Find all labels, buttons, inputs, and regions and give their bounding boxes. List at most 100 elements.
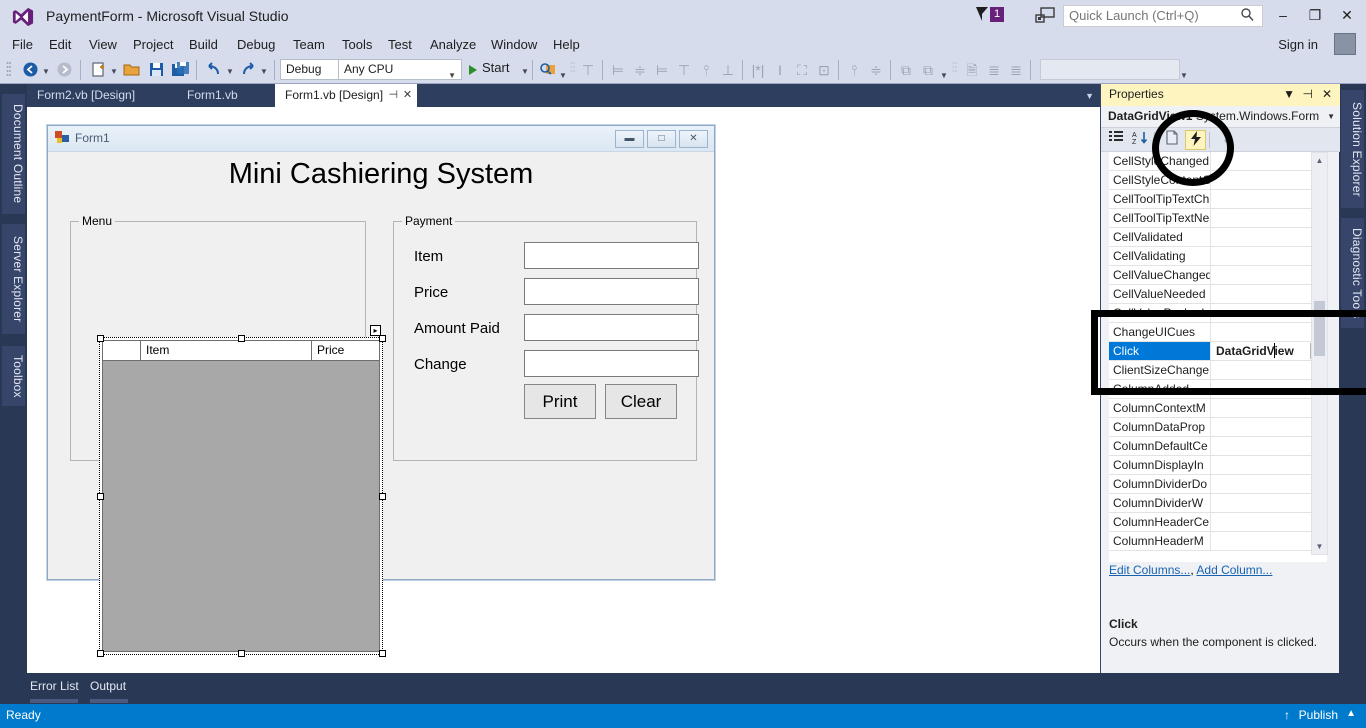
chevron-up-icon[interactable]: ▲ xyxy=(1346,708,1356,719)
toolbar-grip[interactable] xyxy=(6,61,11,79)
pin-icon[interactable]: ⊣ xyxy=(388,84,398,107)
publish-button[interactable]: Publish xyxy=(1299,708,1338,722)
start-debug-button[interactable]: Start xyxy=(482,60,509,75)
property-value[interactable] xyxy=(1212,380,1327,398)
rail-tab-server-explorer[interactable]: Server Explorer xyxy=(2,224,25,334)
property-value[interactable] xyxy=(1212,418,1327,436)
property-value[interactable] xyxy=(1212,247,1327,265)
properties-list-scrollbar[interactable]: ▲ ▼ xyxy=(1311,152,1328,555)
resize-handle-bottom-left[interactable] xyxy=(97,650,104,657)
property-row[interactable]: CellValuePushed xyxy=(1109,304,1327,323)
property-value[interactable] xyxy=(1212,304,1327,322)
doc-tab-form1-code[interactable]: Form1.vb xyxy=(177,84,248,107)
save-icon[interactable] xyxy=(146,60,166,80)
datagridview-column-price[interactable]: Price xyxy=(312,341,379,360)
scroll-down-arrow-icon[interactable]: ▼ xyxy=(1312,539,1327,554)
resize-handle-bottom-center[interactable] xyxy=(238,650,245,657)
datagridview-rowheader-column[interactable] xyxy=(103,341,141,360)
resize-handle-bottom-right[interactable] xyxy=(379,650,386,657)
property-value[interactable] xyxy=(1212,475,1327,493)
property-value[interactable] xyxy=(1212,437,1327,455)
property-value[interactable] xyxy=(1212,323,1327,341)
datagridview-control[interactable]: Item Price ▸ xyxy=(97,325,386,657)
resize-handle-middle-left[interactable] xyxy=(97,493,104,500)
menu-item-tools[interactable]: Tools xyxy=(338,37,376,52)
print-button[interactable]: Print xyxy=(524,384,596,419)
menu-item-view[interactable]: View xyxy=(85,37,121,52)
property-value[interactable] xyxy=(1212,266,1327,284)
menu-item-help[interactable]: Help xyxy=(549,37,584,52)
resize-handle-top-right[interactable] xyxy=(379,335,386,342)
menu-item-edit[interactable]: Edit xyxy=(45,37,75,52)
rail-tab-diagnostic-tools[interactable]: Diagnostic Tools xyxy=(1341,218,1364,328)
alphabetical-view-icon[interactable]: AZ xyxy=(1130,130,1151,150)
form-maximize-button[interactable]: □ xyxy=(647,130,676,148)
property-row[interactable]: ColumnHeaderM xyxy=(1109,532,1327,551)
menu-item-project[interactable]: Project xyxy=(129,37,177,52)
find-in-files-icon[interactable] xyxy=(538,60,558,80)
property-value[interactable] xyxy=(1212,513,1327,531)
property-row[interactable]: ClickDataGridView▼ xyxy=(1109,342,1327,361)
minimize-window-button[interactable]: – xyxy=(1270,4,1296,26)
menu-item-build[interactable]: Build xyxy=(185,37,222,52)
property-value[interactable] xyxy=(1212,209,1327,227)
property-row[interactable]: ColumnAdded xyxy=(1109,380,1327,399)
property-row[interactable]: CellStyleChanged xyxy=(1109,152,1327,171)
find-dropdown-caret-icon[interactable]: ▼ xyxy=(559,71,567,80)
properties-events-list[interactable]: CellStyleChanged CellStyleContentC CellToo… xyxy=(1109,152,1327,562)
add-column-link[interactable]: Add Column... xyxy=(1196,563,1272,577)
user-avatar-icon[interactable] xyxy=(1334,33,1356,55)
form-designer-surface[interactable]: Form1 ▬ □ ✕ Mini Cashiering System Menu … xyxy=(27,107,1100,673)
price-input[interactable] xyxy=(524,278,699,305)
property-value[interactable] xyxy=(1212,228,1327,246)
change-input[interactable] xyxy=(524,350,699,377)
maximize-window-button[interactable]: ❐ xyxy=(1302,4,1328,26)
new-project-icon[interactable] xyxy=(88,60,108,80)
property-row[interactable]: CellToolTipTextNe xyxy=(1109,209,1327,228)
property-row[interactable]: ColumnDataProp xyxy=(1109,418,1327,437)
notification-count-badge[interactable]: 1 xyxy=(990,7,1005,22)
property-value[interactable] xyxy=(1212,399,1327,417)
resize-handle-top-center[interactable] xyxy=(238,335,245,342)
property-row[interactable]: ColumnDisplayIn xyxy=(1109,456,1327,475)
property-row[interactable]: ColumnDefaultCe xyxy=(1109,437,1327,456)
edit-columns-link[interactable]: Edit Columns... xyxy=(1109,563,1190,577)
property-row[interactable]: CellValueNeeded xyxy=(1109,285,1327,304)
redo-dropdown-caret-icon[interactable]: ▼ xyxy=(260,67,268,76)
rail-tab-toolbox[interactable]: Toolbox xyxy=(2,346,25,406)
scrollbar-thumb[interactable] xyxy=(1314,301,1325,356)
rail-tab-document-outline[interactable]: Document Outline xyxy=(2,94,25,214)
solution-platform-select[interactable]: Any CPU ▼ xyxy=(338,59,462,80)
property-row[interactable]: ColumnDividerDo xyxy=(1109,475,1327,494)
property-row[interactable]: ChangeUICues xyxy=(1109,323,1327,342)
undo-icon[interactable] xyxy=(204,60,224,80)
property-row[interactable]: ColumnDividerW xyxy=(1109,494,1327,513)
datagridview-column-item[interactable]: Item xyxy=(141,341,312,360)
clear-button[interactable]: Clear xyxy=(605,384,677,419)
save-all-icon[interactable] xyxy=(170,60,190,80)
menu-item-team[interactable]: Team xyxy=(289,37,329,52)
property-row[interactable]: ColumnHeaderCe xyxy=(1109,513,1327,532)
toolbar-extra-combo[interactable] xyxy=(1040,59,1180,80)
menu-item-file[interactable]: File xyxy=(8,37,37,52)
close-icon[interactable]: ✕ xyxy=(1322,87,1332,101)
datagridview-body[interactable]: Item Price xyxy=(102,340,380,652)
resize-handle-middle-right[interactable] xyxy=(379,493,386,500)
property-value[interactable] xyxy=(1212,494,1327,512)
property-row[interactable]: CellStyleContentC xyxy=(1109,171,1327,190)
menu-item-analyze[interactable]: Analyze xyxy=(426,37,480,52)
doc-tab-form2-design[interactable]: Form2.vb [Design] xyxy=(27,84,146,107)
chevron-down-icon[interactable]: ▼ xyxy=(1283,87,1295,101)
form-minimize-button[interactable]: ▬ xyxy=(615,130,644,148)
toolbar-grip-3[interactable] xyxy=(952,61,957,79)
doc-tabs-overflow-chevron-down-icon[interactable]: ▼ xyxy=(1085,91,1094,101)
property-row[interactable]: CellValidating xyxy=(1109,247,1327,266)
notification-flag-icon[interactable] xyxy=(975,6,989,22)
property-row[interactable]: ClientSizeChange xyxy=(1109,361,1327,380)
menu-item-test[interactable]: Test xyxy=(384,37,416,52)
property-value[interactable] xyxy=(1212,532,1327,550)
undo-dropdown-caret-icon[interactable]: ▼ xyxy=(226,67,234,76)
amount-paid-input[interactable] xyxy=(524,314,699,341)
bottom-tab-output[interactable]: Output xyxy=(90,679,126,693)
property-row[interactable]: CellValueChanged xyxy=(1109,266,1327,285)
